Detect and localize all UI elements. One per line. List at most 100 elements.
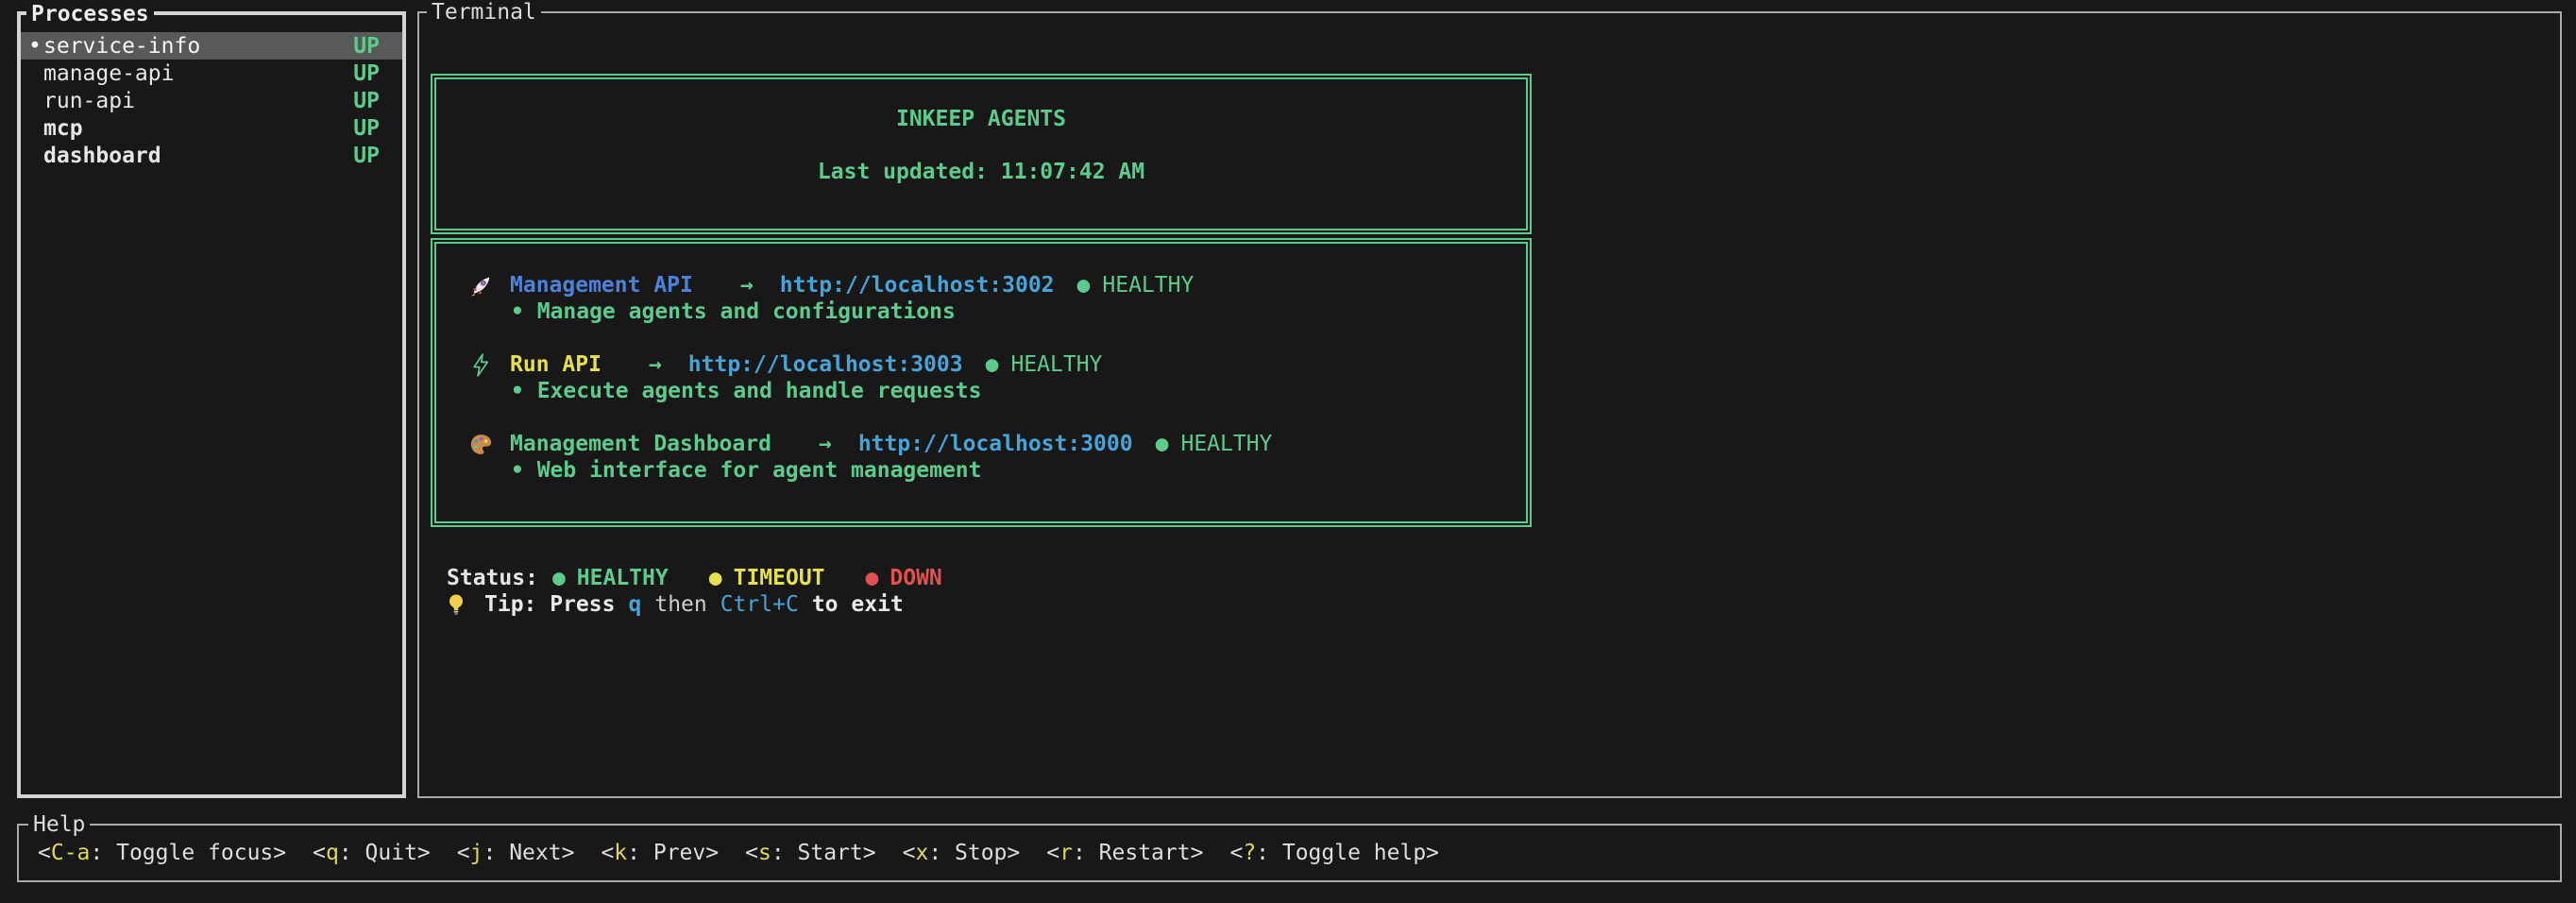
service-description: • Manage agents and configurations [468,298,1526,325]
process-row-service-info[interactable]: • service-info UP [21,32,402,60]
shortcut-label: : Next> [483,841,575,865]
bracket: < [313,841,326,865]
arrow-icon: → [819,431,832,457]
terminal-panel: Terminal INKEEP AGENTS Last updated: 11:… [417,11,2562,798]
lightning-icon [468,352,493,377]
health-dot-icon: ● [986,351,999,378]
service-health-status: HEALTHY [1180,431,1272,457]
shortcut-key: q [326,841,339,865]
service-row-management-api: Management API → http://localhost:3002 ●… [468,272,1526,298]
health-dot-icon: ● [1077,272,1091,298]
status-legend-label: Status: [447,565,538,591]
shortcut-key: x [915,841,928,865]
shortcut-label: : Toggle focus> [90,841,286,865]
row-prefix [28,143,43,169]
status-legend: Status: ● HEALTHY ● TIMEOUT ● DOWN [447,565,942,591]
shortcut-label: : Restart> [1073,841,1203,865]
tip-suffix: to exit [812,591,904,618]
service-row-run-api: Run API → http://localhost:3003 ● HEALTH… [468,351,1526,378]
bracket: < [1046,841,1059,865]
process-list: • service-info UP manage-api UP run-api … [21,15,402,169]
help-bar: Help <C-a: Toggle focus> <q: Quit> <j: N… [17,824,2562,882]
shortcut-label: : Quit> [339,841,431,865]
legend-entry-timeout: ● TIMEOUT [709,565,825,591]
arrow-icon: → [740,272,754,298]
tip-line: Tip: Press q then Ctrl+C to exit [446,591,904,618]
process-row-mcp[interactable]: mcp UP [21,114,402,142]
bracket: < [745,841,758,865]
service-description: • Execute agents and handle requests [468,378,1526,404]
selected-bullet-icon: • [28,33,43,60]
process-name: manage-api [43,60,174,87]
service-url[interactable]: http://localhost:3003 [688,351,963,378]
tip-key-combo: Ctrl+C [720,591,799,618]
terminal-panel-title: Terminal [427,0,541,26]
services-box: Management API → http://localhost:3002 ●… [431,238,1532,527]
service-row-dashboard: Management Dashboard → http://localhost:… [468,431,1526,457]
service-health-status: HEALTHY [1010,351,1102,378]
process-name: service-info [43,33,200,60]
shortcut-toggle-focus[interactable]: <C-a: Toggle focus> [38,840,286,866]
processes-panel-title: Processes [26,1,154,27]
healthy-dot-icon: ● [552,565,566,591]
bracket: < [601,841,614,865]
shortcut-quit[interactable]: <q: Quit> [313,840,431,866]
row-prefix [28,88,43,114]
process-row-run-api[interactable]: run-api UP [21,87,402,114]
app-title: INKEEP AGENTS [436,106,1526,132]
shortcut-key: k [614,841,627,865]
bracket: < [903,841,916,865]
legend-entry-down: ● DOWN [866,565,942,591]
tip-label: Tip: Press [484,591,615,618]
process-name: run-api [43,88,135,114]
service-health-status: HEALTHY [1102,272,1194,298]
shortcut-key: r [1059,841,1073,865]
tip-middle: then [654,591,706,618]
shortcut-start[interactable]: <s: Start> [745,840,876,866]
shortcut-toggle-help[interactable]: <?: Toggle help> [1229,840,1439,866]
arrow-icon: → [649,351,662,378]
health-dot-icon: ● [1156,431,1169,457]
help-panel-title: Help [28,811,90,838]
service-description: • Web interface for agent management [468,457,1526,484]
row-prefix [28,60,43,87]
process-name: dashboard [43,143,161,169]
shortcut-label: : Prev> [627,841,719,865]
bracket: < [457,841,470,865]
row-prefix [28,115,43,142]
legend-text: DOWN [890,565,941,591]
shortcut-key: C-a [51,841,91,865]
process-row-manage-api[interactable]: manage-api UP [21,60,402,87]
shortcut-key: ? [1243,841,1256,865]
service-name: Management Dashboard [510,431,771,457]
process-status-badge: UP [353,143,380,169]
bracket: < [38,841,51,865]
process-row-dashboard[interactable]: dashboard UP [21,142,402,169]
palette-icon [468,432,493,456]
tip-key-q: q [628,591,641,618]
shortcut-next[interactable]: <j: Next> [457,840,575,866]
agents-header-box: INKEEP AGENTS Last updated: 11:07:42 AM [431,74,1532,234]
last-updated-text: Last updated: 11:07:42 AM [436,159,1526,185]
legend-entry-healthy: ● HEALTHY [552,565,669,591]
service-url[interactable]: http://localhost:3000 [858,431,1133,457]
shortcut-label: : Toggle help> [1256,841,1439,865]
process-status-badge: UP [353,60,380,87]
service-url[interactable]: http://localhost:3002 [780,272,1055,298]
process-status-badge: UP [353,33,380,60]
shortcut-label: : Stop> [928,841,1020,865]
down-dot-icon: ● [866,565,879,591]
shortcut-key: s [758,841,771,865]
legend-text: HEALTHY [577,565,669,591]
shortcut-stop[interactable]: <x: Stop> [903,840,1021,866]
processes-panel: Processes • service-info UP manage-api U… [17,11,406,798]
shortcut-restart[interactable]: <r: Restart> [1046,840,1203,866]
shortcut-prev[interactable]: <k: Prev> [601,840,719,866]
legend-text: TIMEOUT [734,565,825,591]
timeout-dot-icon: ● [709,565,722,591]
rocket-icon [468,273,493,298]
shortcut-label: : Start> [771,841,876,865]
shortcut-key: j [470,841,483,865]
process-status-badge: UP [353,88,380,114]
lightbulb-icon [446,592,466,617]
